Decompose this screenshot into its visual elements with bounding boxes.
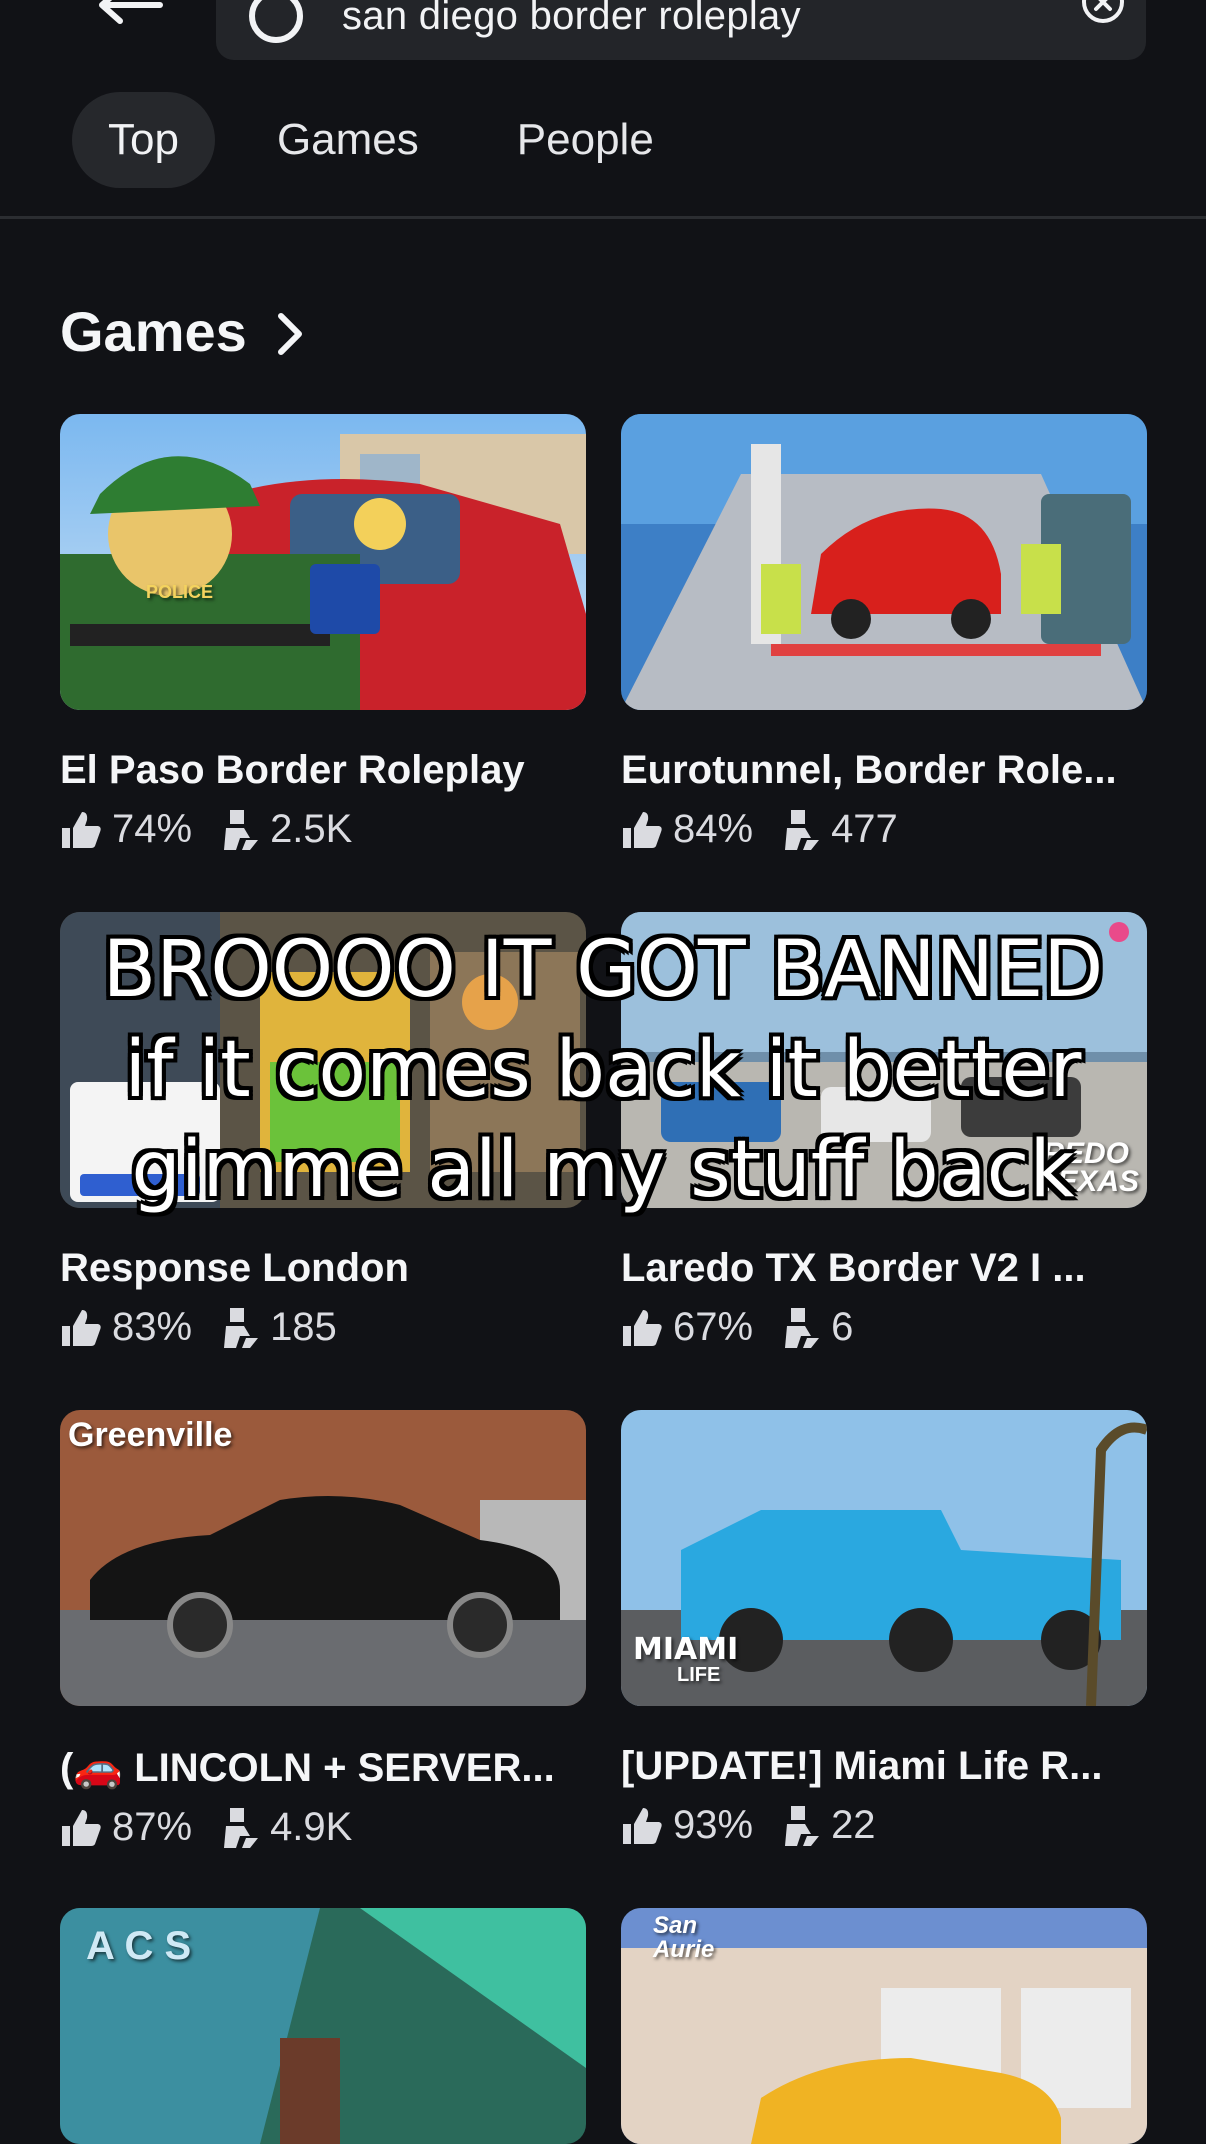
players-value: 6 [831, 1305, 854, 1349]
tab-games[interactable]: Games [241, 92, 455, 188]
games-section-header[interactable]: Games [60, 296, 305, 366]
section-title: Games [60, 299, 247, 363]
players-icon [785, 809, 820, 850]
clear-icon [1082, 0, 1124, 23]
thumbs-up-icon [62, 1309, 101, 1346]
game-card[interactable]: San Aurie [621, 1908, 1147, 2144]
clear-search-button[interactable] [1078, 0, 1128, 34]
thumbs-up-icon [623, 1807, 662, 1844]
rating-value: 93% [673, 1803, 754, 1847]
game-stats: 67% 6 [621, 1305, 1147, 1350]
game-thumbnail[interactable] [621, 414, 1147, 710]
rating-value: 83% [112, 1305, 193, 1349]
players-value: 22 [831, 1803, 876, 1847]
back-button[interactable] [86, 0, 176, 40]
rating-value: 67% [673, 1305, 754, 1349]
game-title: Laredo TX Border V2 I ... [621, 1246, 1086, 1290]
game-stats: 83% 185 [60, 1305, 586, 1350]
san-aurie-label: San Aurie [653, 1912, 715, 1963]
thumbs-up-icon [623, 811, 662, 848]
acs-label: A C S [86, 1924, 192, 1968]
players-value: 185 [270, 1305, 337, 1349]
game-title: Response London [60, 1246, 409, 1290]
tabs-divider [0, 216, 1206, 219]
thumbs-up-icon [62, 811, 101, 848]
game-card[interactable]: REDO TEXAS Laredo TX Border V2 I ... 67%… [621, 912, 1147, 1350]
game-card[interactable]: A C S [60, 1908, 586, 2144]
players-icon [224, 1807, 259, 1848]
game-thumbnail[interactable]: REDO TEXAS [621, 912, 1147, 1208]
tab-people[interactable]: People [481, 92, 690, 188]
miami-logo-text: MIAMI [633, 1632, 739, 1667]
game-title: [UPDATE!] Miami Life R... [621, 1744, 1103, 1788]
rating-value: 74% [112, 807, 193, 851]
redo-texas-label: REDO TEXAS [1039, 1137, 1140, 1198]
game-stats: 87% 4.9K [60, 1805, 586, 1850]
thumbs-up-icon [62, 1809, 101, 1846]
game-stats: 84% 477 [621, 807, 1147, 852]
game-card[interactable]: Eurotunnel, Border Role... 84% 477 [621, 414, 1147, 852]
game-thumbnail[interactable]: A C S [60, 1908, 586, 2144]
players-icon [785, 1805, 820, 1846]
players-value: 2.5K [270, 807, 353, 851]
players-icon [785, 1307, 820, 1348]
search-box[interactable]: san diego border roleplay [216, 0, 1146, 60]
top-bar: san diego border roleplay [0, 0, 1206, 70]
players-value: 477 [831, 807, 898, 851]
game-card[interactable]: Response London 83% 185 [60, 912, 586, 1350]
players-icon [224, 1307, 259, 1348]
players-icon [224, 809, 259, 850]
rating-value: 84% [673, 807, 754, 851]
game-stats: 74% 2.5K [60, 807, 586, 852]
thumbs-up-icon [623, 1309, 662, 1346]
game-thumbnail[interactable]: San Aurie [621, 1908, 1147, 2144]
game-thumbnail[interactable]: MIAMI LIFE [621, 1410, 1147, 1706]
life-logo-text: LIFE [677, 1664, 721, 1686]
rating-value: 87% [112, 1805, 193, 1849]
search-icon [249, 0, 303, 43]
game-thumbnail[interactable]: POLICE [60, 414, 586, 710]
game-title: (🚗 LINCOLN + SERVER... [60, 1746, 555, 1790]
game-card[interactable]: POLICE El Paso Border Roleplay 74% 2.5K [60, 414, 586, 852]
back-arrow-icon [99, 0, 163, 24]
search-input[interactable]: san diego border roleplay [342, 0, 801, 39]
game-thumbnail[interactable] [60, 912, 586, 1208]
filter-tabs: Top Games People [72, 92, 716, 188]
game-title: El Paso Border Roleplay [60, 748, 525, 792]
players-value: 4.9K [270, 1805, 353, 1849]
tab-top[interactable]: Top [72, 92, 215, 188]
chevron-right-icon [277, 313, 302, 355]
greenville-label: Greenville [68, 1416, 233, 1454]
game-stats: 93% 22 [621, 1803, 1147, 1848]
game-thumbnail[interactable]: Greenville [60, 1410, 586, 1706]
game-title: Eurotunnel, Border Role... [621, 748, 1117, 792]
game-card[interactable]: Greenville (🚗 LINCOLN + SERVER... 87% 4.… [60, 1410, 586, 1850]
game-card[interactable]: MIAMI LIFE [UPDATE!] Miami Life R... 93%… [621, 1410, 1147, 1848]
police-label: POLICE [146, 582, 214, 602]
